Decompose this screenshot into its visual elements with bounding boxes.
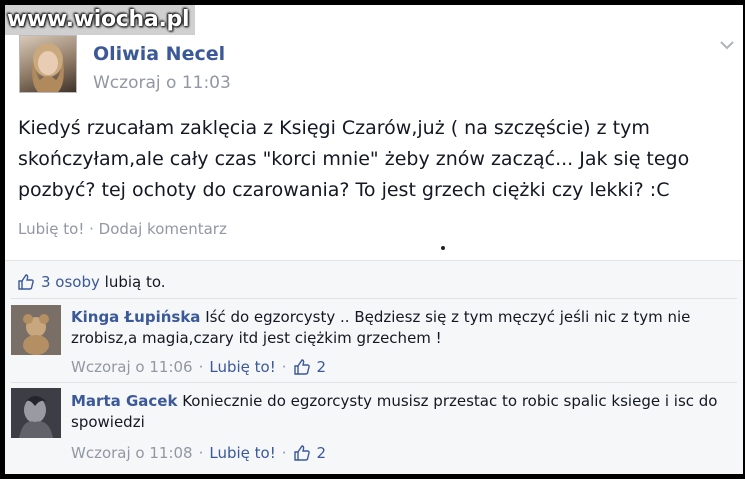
- action-separator: ·: [84, 220, 99, 238]
- post-timestamp[interactable]: Wczoraj o 11:03: [93, 73, 231, 93]
- comment-avatar[interactable]: [11, 388, 61, 438]
- meta-separator: ·: [198, 358, 204, 376]
- post-card: www.wiocha.pl Oliwia Necel Wczoraj o 11:…: [5, 5, 743, 474]
- thumbs-up-icon: [18, 274, 34, 290]
- comment-timestamp[interactable]: Wczoraj o 11:06: [71, 358, 193, 376]
- comment-meta: Wczoraj o 11:08 · Lubię to! · 2: [71, 444, 326, 462]
- post-text: Kiedyś rzucałam zaklęcia z Księgi Czarów…: [18, 113, 718, 206]
- like-link[interactable]: Lubię to!: [18, 220, 84, 238]
- likes-suffix: lubią to.: [104, 273, 166, 291]
- comment-author-name[interactable]: Marta Gacek: [71, 392, 177, 410]
- watermark: www.wiocha.pl: [5, 5, 196, 35]
- comment-avatar[interactable]: [11, 305, 61, 355]
- chevron-down-icon[interactable]: [719, 37, 735, 53]
- comment-like-link[interactable]: Lubię to!: [209, 358, 275, 376]
- comment-meta: Wczoraj o 11:06 · Lubię to! · 2: [71, 358, 326, 376]
- meta-separator: ·: [281, 358, 287, 376]
- feedback-section: 3 osoby lubią to. Kinga Łupińska Iść do …: [5, 260, 743, 474]
- post-text-line: pozbyć? tej ochoty do czarowania? To jes…: [18, 179, 670, 201]
- post-text-line: Kiedyś rzucałam zaklęcia z Księgi Czarów…: [18, 117, 650, 139]
- thumbs-up-icon: [293, 445, 310, 461]
- stray-dot: [441, 246, 445, 250]
- likes-summary: 3 osoby lubią to.: [17, 273, 166, 291]
- likes-count-link[interactable]: 3 osoby: [41, 273, 100, 291]
- comment-body: Kinga Łupińska Iść do egzorcysty .. Będz…: [71, 307, 731, 349]
- comment-body: Marta Gacek Koniecznie do egzorcysty mus…: [71, 391, 731, 433]
- meta-separator: ·: [281, 444, 287, 462]
- comment-timestamp[interactable]: Wczoraj o 11:08: [71, 444, 193, 462]
- comment-like-count[interactable]: 2: [317, 358, 327, 376]
- thumbs-up-icon: [293, 359, 310, 375]
- post-text-line: skończyłam,ale cały czas "korci mnie" że…: [18, 148, 690, 170]
- add-comment-link[interactable]: Dodaj komentarz: [99, 220, 227, 238]
- divider: [11, 382, 737, 383]
- author-avatar[interactable]: [19, 35, 77, 93]
- divider: [11, 298, 737, 299]
- comment-like-count[interactable]: 2: [317, 444, 327, 462]
- post-author-name[interactable]: Oliwia Necel: [93, 43, 225, 65]
- post-actions: Lubię to! · Dodaj komentarz: [18, 220, 227, 238]
- comment-author-name[interactable]: Kinga Łupińska: [71, 308, 200, 326]
- meta-separator: ·: [198, 444, 204, 462]
- comment-like-link[interactable]: Lubię to!: [209, 444, 275, 462]
